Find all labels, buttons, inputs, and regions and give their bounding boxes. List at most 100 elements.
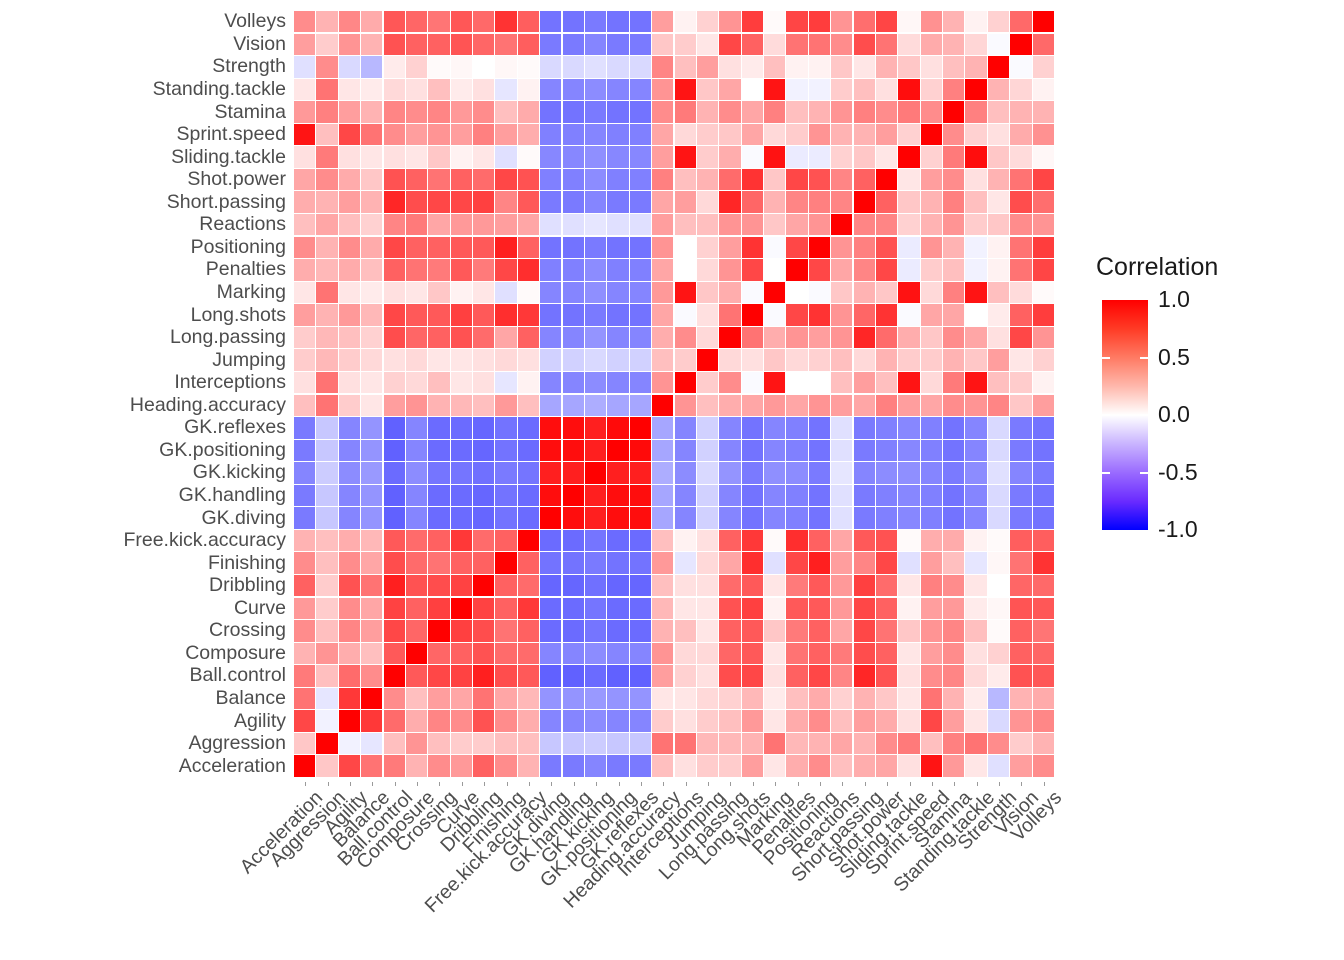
heatmap-cell [875, 507, 898, 529]
heatmap-cell [316, 507, 338, 529]
heatmap-cell [898, 214, 920, 236]
heatmap-cell [405, 642, 428, 665]
y-axis-tick-label: Marking [216, 280, 286, 303]
heatmap-cell [674, 349, 696, 371]
heatmap-cell [987, 11, 1010, 33]
heatmap-cell [294, 642, 316, 665]
heatmap-cell [294, 665, 316, 687]
heatmap-cell [719, 687, 741, 710]
heatmap-cell [853, 101, 875, 123]
heatmap-cell [853, 552, 875, 574]
heatmap-cell [920, 11, 942, 33]
x-axis-labels: Acceleration Aggression Agility Balance Ball… [236, 782, 1066, 960]
heatmap-cell [764, 123, 786, 146]
heatmap-cell [338, 236, 361, 259]
heatmap-cell [920, 507, 942, 529]
heatmap-cell [405, 304, 428, 326]
heatmap-cell [1010, 507, 1032, 529]
heatmap-cell [405, 349, 428, 371]
heatmap-cell [540, 259, 562, 281]
heatmap-cell [629, 123, 652, 146]
heatmap-cell [294, 281, 316, 304]
heatmap-cell [696, 755, 719, 777]
heatmap-cell [294, 755, 316, 777]
heatmap-cell [875, 349, 898, 371]
heatmap-cell [473, 484, 495, 507]
heatmap-cell [741, 732, 763, 755]
heatmap-cell [831, 259, 853, 281]
heatmap-cell [674, 146, 696, 168]
heatmap-cell [473, 417, 495, 439]
y-axis-tick-label: Short.passing [166, 190, 286, 213]
heatmap-cell [383, 191, 405, 213]
heatmap-cell [629, 394, 652, 416]
heatmap-cell [943, 33, 965, 55]
y-axis-tick-label: Agility [233, 709, 286, 732]
heatmap-cell [719, 101, 741, 123]
heatmap-cell [383, 507, 405, 529]
heatmap-cell [652, 462, 674, 484]
heatmap-cell [943, 214, 965, 236]
heatmap-cell [584, 755, 607, 777]
heatmap-cell [831, 597, 853, 619]
heatmap-cell [831, 56, 853, 78]
heatmap-cell [584, 417, 607, 439]
heatmap-cell [629, 507, 652, 529]
heatmap-cell [428, 214, 450, 236]
heatmap-cell [741, 507, 763, 529]
heatmap-cell [473, 687, 495, 710]
heatmap-cell [629, 214, 652, 236]
heatmap-cell [741, 439, 763, 462]
heatmap-cell [920, 755, 942, 777]
heatmap-cell [428, 191, 450, 213]
heatmap-cell [562, 56, 584, 78]
heatmap-cell [741, 620, 763, 642]
heatmap-cell [383, 371, 405, 394]
heatmap-cell [383, 214, 405, 236]
heatmap-cell [450, 11, 472, 33]
heatmap-cell [517, 168, 540, 191]
heatmap-cell [674, 259, 696, 281]
y-axis-tick-label: Sprint.speed [176, 123, 287, 146]
heatmap-cell [652, 574, 674, 597]
heatmap-cell [1010, 687, 1032, 710]
heatmap-cell [853, 349, 875, 371]
heatmap-cell [405, 597, 428, 619]
heatmap-cell [338, 687, 361, 710]
heatmap-cell [294, 394, 316, 416]
heatmap-cell [629, 326, 652, 349]
heatmap-cell [674, 642, 696, 665]
heatmap-cell [987, 597, 1010, 619]
heatmap-cell [405, 168, 428, 191]
heatmap-cell [786, 552, 808, 574]
heatmap-cell [764, 439, 786, 462]
heatmap-cell [831, 462, 853, 484]
heatmap-cell [629, 236, 652, 259]
heatmap-cell [1010, 78, 1032, 101]
heatmap-cell [741, 574, 763, 597]
y-axis-tick-label: Free.kick.accuracy [123, 529, 286, 552]
heatmap-cell [495, 620, 517, 642]
y-axis-tick-label: GK.handling [178, 484, 286, 506]
heatmap-cell [629, 101, 652, 123]
heatmap-cell [831, 78, 853, 101]
x-axis-tick [349, 782, 351, 786]
heatmap-cell [629, 574, 652, 597]
heatmap-cell [495, 710, 517, 732]
heatmap-cell [875, 123, 898, 146]
heatmap-cell [450, 304, 472, 326]
heatmap-cell [719, 78, 741, 101]
heatmap-cell [853, 304, 875, 326]
heatmap-cell [1010, 101, 1032, 123]
heatmap-cell [741, 11, 763, 33]
heatmap-cell [786, 78, 808, 101]
heatmap-cell [428, 259, 450, 281]
heatmap-cell [383, 101, 405, 123]
heatmap-cell [562, 574, 584, 597]
heatmap-cell [294, 529, 316, 552]
x-axis-tick [663, 782, 665, 786]
heatmap-cell [943, 417, 965, 439]
y-axis-tick-label: Jumping [212, 348, 286, 371]
heatmap-cell [473, 574, 495, 597]
heatmap-cell [674, 33, 696, 55]
